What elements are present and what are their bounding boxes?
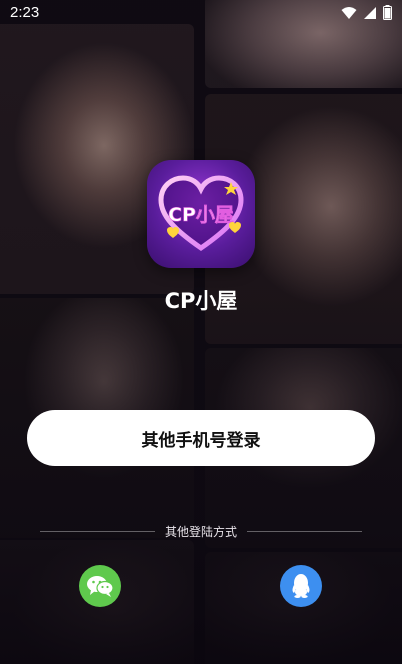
status-bar: 2:23 [0,0,402,26]
background-overlay [0,0,402,664]
svg-text:CP小屋: CP小屋 [168,204,234,226]
heart-logo-icon: CP小屋 [158,175,244,252]
divider-line [247,530,363,532]
divider-line [40,530,155,532]
other-login-methods-label: 其他登陆方式 [165,524,238,539]
app-name: CP小屋 [164,289,238,313]
qq-icon [292,574,310,598]
other-phone-login-label: 其他手机号登录 [141,430,261,451]
status-icons [341,5,392,20]
battery-icon [383,5,392,20]
qq-login-button[interactable] [280,565,322,607]
other-login-divider: 其他登陆方式 [40,522,363,540]
login-screen: 2:23 CP小屋 CP小屋 其他手机号登录 其他登陆方式 [0,0,402,664]
wechat-icon [87,576,114,597]
wifi-icon [341,6,357,19]
status-time: 2:23 [10,4,40,21]
signal-icon [364,6,376,19]
app-logo: CP小屋 [147,160,255,268]
wechat-login-button[interactable] [79,565,121,607]
other-phone-login-button[interactable]: 其他手机号登录 [27,410,375,466]
